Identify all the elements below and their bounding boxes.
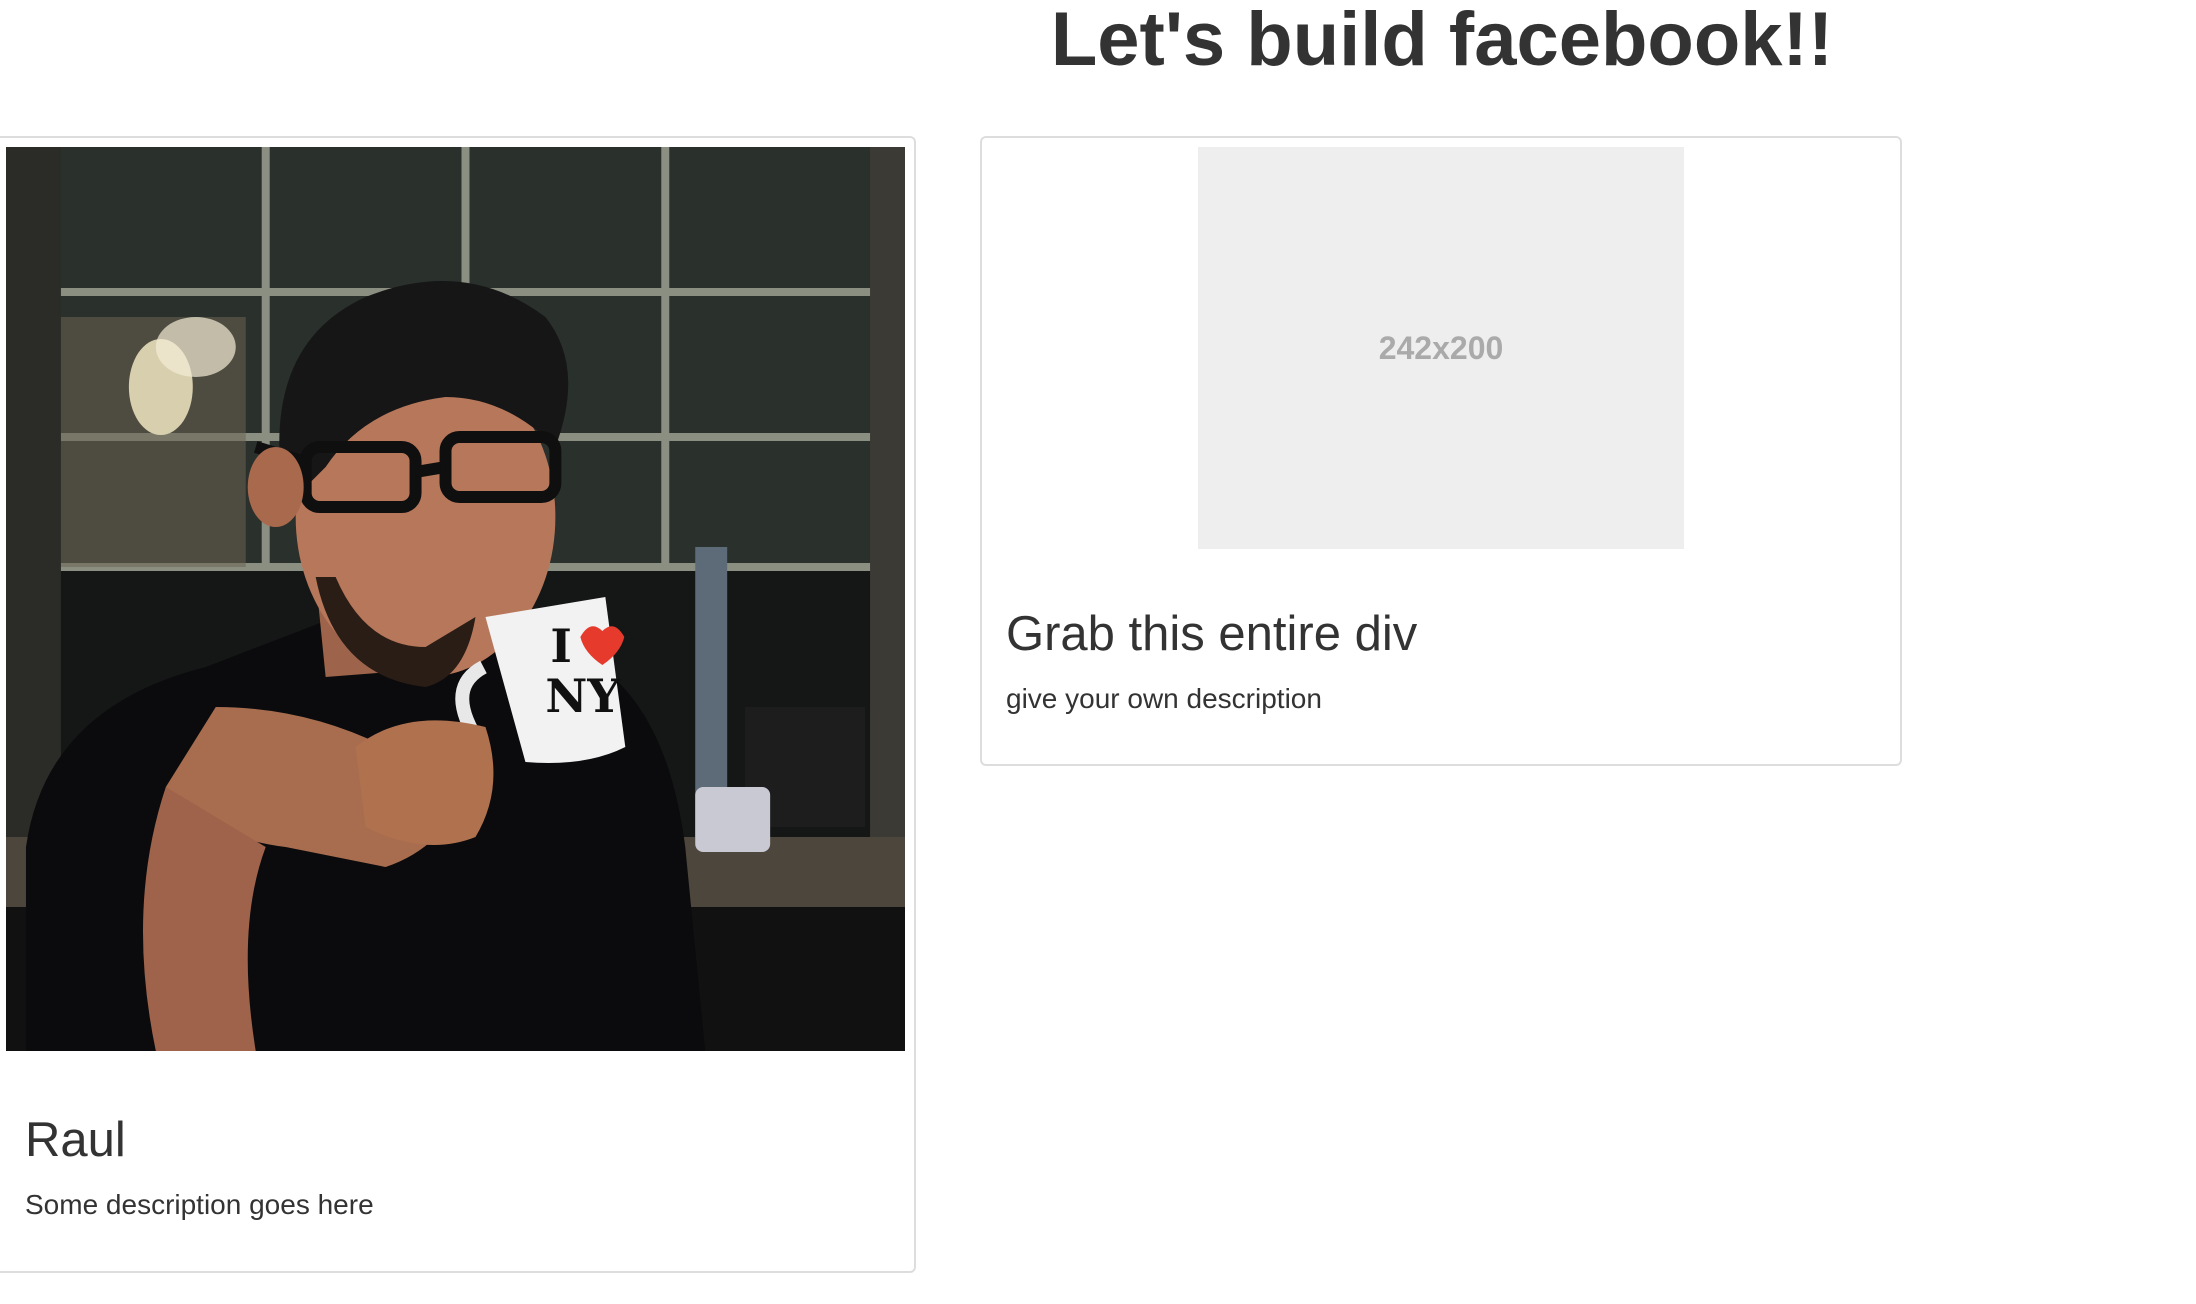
- profile-card-raul: I NY Raul Some description goes here: [0, 136, 916, 1273]
- placeholder-size-label: 242x200: [1378, 329, 1504, 366]
- svg-text:NY: NY: [545, 669, 621, 723]
- profile-photo-image: I NY: [6, 147, 905, 1051]
- card-description: give your own description: [1006, 683, 1322, 714]
- profile-photo: I NY: [6, 147, 905, 1051]
- svg-text:I: I: [550, 619, 572, 673]
- card-title: Grab this entire div: [1006, 607, 1418, 661]
- card-title: Raul: [25, 1113, 126, 1167]
- template-card: 242x200 Grab this entire div give your o…: [980, 136, 1902, 766]
- card-description: Some description goes here: [25, 1189, 374, 1220]
- page-title: Let's build facebook!!: [1050, 0, 1834, 82]
- image-placeholder: 242x200: [1198, 147, 1684, 549]
